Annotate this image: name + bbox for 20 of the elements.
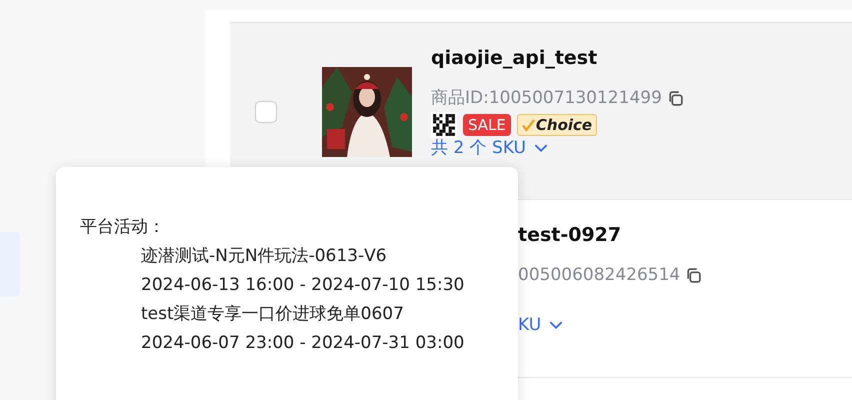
activity-name: test渠道专享一口价进球免单0607 (141, 303, 405, 326)
chevron-down-icon (534, 144, 548, 152)
chevron-down-icon (549, 320, 564, 330)
product-title: qiaojie_api_test (431, 46, 598, 71)
tooltip-heading: 平台活动： (80, 216, 166, 239)
check-icon (522, 118, 535, 132)
qr-code-icon[interactable] (431, 112, 457, 138)
checkbox[interactable] (255, 101, 277, 123)
sale-badge: SALE (463, 114, 511, 136)
copy-icon[interactable] (666, 90, 684, 106)
sku-link[interactable]: 共 2 个 SKU (431, 138, 526, 158)
activity-name: 迹潜测试-N元N件玩法-0613-V6 (141, 245, 388, 268)
product-title: test-0927 (518, 223, 622, 248)
product-id: 005006082426514 (518, 264, 680, 287)
sku-link[interactable]: KU (518, 315, 542, 335)
activity-period: 2024-06-13 16:00 - 2024-07-10 15:30 (141, 274, 466, 297)
choice-label: Choice (536, 116, 592, 134)
activity-period: 2024-06-07 23:00 - 2024-07-31 03:00 (141, 332, 466, 355)
copy-icon[interactable] (685, 266, 702, 284)
product-id: 商品ID:1005007130121499 (431, 87, 662, 110)
